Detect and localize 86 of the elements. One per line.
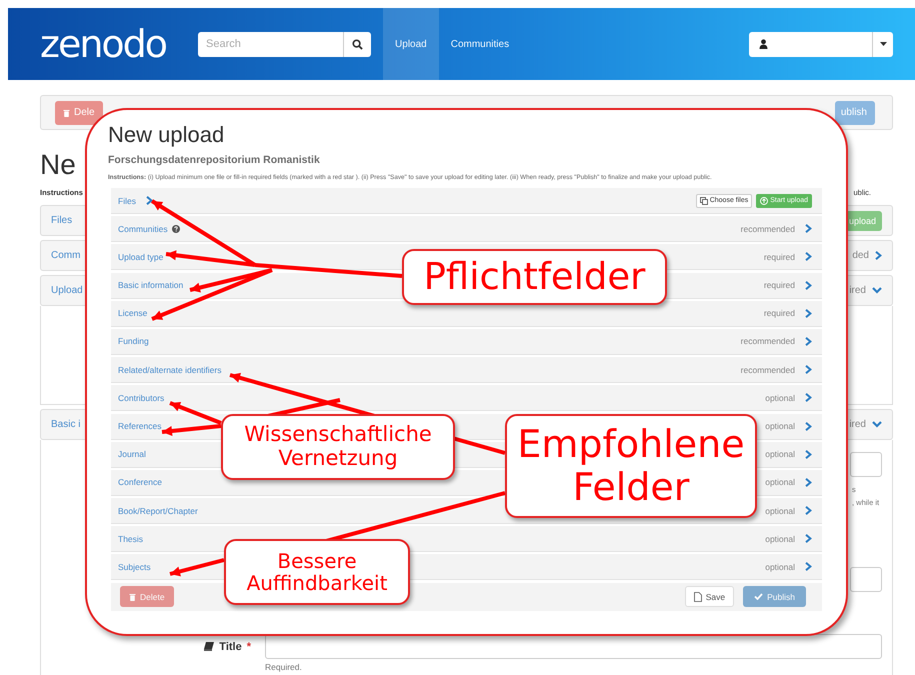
status-text: optional bbox=[765, 477, 795, 488]
search-icon bbox=[352, 38, 364, 50]
section-label: Funding bbox=[118, 336, 149, 346]
callout-tooltip: Empfohlene Felder bbox=[505, 414, 757, 518]
section-header[interactable]: Funding recommended bbox=[111, 328, 822, 355]
section-label: Basic information bbox=[118, 280, 184, 290]
field-label: Title bbox=[219, 640, 242, 652]
search-field[interactable]: Search bbox=[198, 32, 344, 56]
help-icon bbox=[172, 224, 180, 233]
section-label: Upload bbox=[51, 285, 83, 296]
upload-icon bbox=[760, 196, 768, 204]
caret-icon bbox=[880, 42, 886, 46]
search-button[interactable] bbox=[343, 32, 372, 56]
callout-tooltip: Bessere Auffindbarkeit bbox=[224, 539, 410, 605]
delete-button[interactable]: Dele bbox=[55, 100, 103, 124]
section-label: Conference bbox=[118, 477, 162, 488]
section-label: Basic i bbox=[51, 419, 80, 430]
status-text: ired bbox=[849, 285, 866, 296]
chevron-right-icon bbox=[805, 506, 812, 516]
status-text: required bbox=[764, 252, 795, 262]
book-icon bbox=[204, 642, 214, 651]
publish-button[interactable]: ublish bbox=[834, 100, 875, 124]
section-label: Related/alternate identifiers bbox=[118, 364, 222, 375]
status-text: optional bbox=[765, 449, 795, 460]
chevron-right-icon bbox=[805, 308, 812, 318]
nav-link[interactable]: Upload bbox=[383, 8, 439, 80]
section-label: Files bbox=[51, 215, 72, 226]
status-text: ded bbox=[852, 250, 869, 261]
chevron-right-icon bbox=[805, 280, 812, 290]
help-text: Required. bbox=[264, 662, 303, 672]
trash-icon bbox=[129, 592, 136, 601]
section-label: References bbox=[118, 421, 162, 431]
arrow bbox=[170, 558, 224, 576]
status-text: recommended bbox=[740, 224, 795, 234]
section-label: Book/Report/Chapter bbox=[118, 506, 198, 516]
section-label: Communities bbox=[118, 224, 168, 234]
section-label: Upload type bbox=[118, 252, 164, 262]
chevron-right-icon bbox=[805, 393, 812, 402]
chevron-right-icon bbox=[146, 196, 153, 205]
callout-tooltip: Pflichtfelder bbox=[402, 249, 667, 305]
chevron-right-icon bbox=[805, 562, 812, 572]
section-label: License bbox=[118, 308, 148, 318]
status-text: optional bbox=[765, 562, 795, 572]
status-text: optional bbox=[765, 506, 795, 516]
site-logo[interactable]: zenodo bbox=[40, 25, 166, 63]
section-header[interactable]: Communities recommended bbox=[111, 216, 822, 242]
user-icon bbox=[759, 39, 768, 49]
section-label: Journal bbox=[118, 449, 146, 460]
status-text: optional bbox=[765, 534, 795, 544]
chevron-right-icon bbox=[805, 534, 812, 544]
file-icon bbox=[694, 592, 702, 602]
input-field[interactable] bbox=[850, 567, 882, 592]
dialog-subtitle: Forschungsdatenrepositorium Romanistik bbox=[108, 154, 321, 166]
dialog-title: New upload bbox=[108, 122, 226, 148]
chevron-right-icon bbox=[805, 336, 812, 346]
status-text: optional bbox=[765, 421, 795, 431]
chevron-right-icon bbox=[805, 422, 812, 430]
status-text: recommended bbox=[740, 364, 795, 375]
status-text: required bbox=[764, 308, 795, 318]
callout-tooltip: Wissenschaftliche Vernetzung bbox=[221, 414, 455, 480]
input-field[interactable] bbox=[850, 452, 882, 477]
copy-icon bbox=[700, 196, 708, 204]
chevron-right-icon bbox=[805, 365, 812, 374]
nav-link[interactable]: Communities bbox=[438, 8, 522, 80]
save-button[interactable]: Save bbox=[684, 586, 734, 608]
section-label: Comm bbox=[51, 250, 80, 261]
section-header[interactable]: Related/alternate identifiers recommended bbox=[111, 357, 822, 384]
section-label: Thesis bbox=[118, 534, 144, 544]
section-label: Files bbox=[118, 196, 136, 206]
check-icon bbox=[754, 593, 764, 600]
section-label: Contributors bbox=[118, 392, 164, 403]
required-mark: * bbox=[246, 640, 251, 652]
status-text: ired bbox=[849, 419, 866, 430]
section-label: Subjects bbox=[118, 562, 151, 572]
chevron-right-icon bbox=[805, 252, 812, 262]
trash-icon bbox=[63, 108, 70, 116]
section-header[interactable]: Contributors optional bbox=[111, 385, 822, 412]
chevron-right-icon bbox=[805, 450, 812, 459]
user-menu[interactable] bbox=[749, 32, 893, 56]
page-heading: Ne bbox=[40, 148, 76, 182]
status-text: optional bbox=[765, 392, 795, 403]
status-text: recommended bbox=[740, 336, 795, 346]
section-header[interactable]: License required bbox=[111, 300, 822, 327]
status-text: required bbox=[764, 280, 795, 290]
chevron-right-icon bbox=[805, 478, 812, 487]
chevron-right-icon bbox=[805, 224, 812, 234]
